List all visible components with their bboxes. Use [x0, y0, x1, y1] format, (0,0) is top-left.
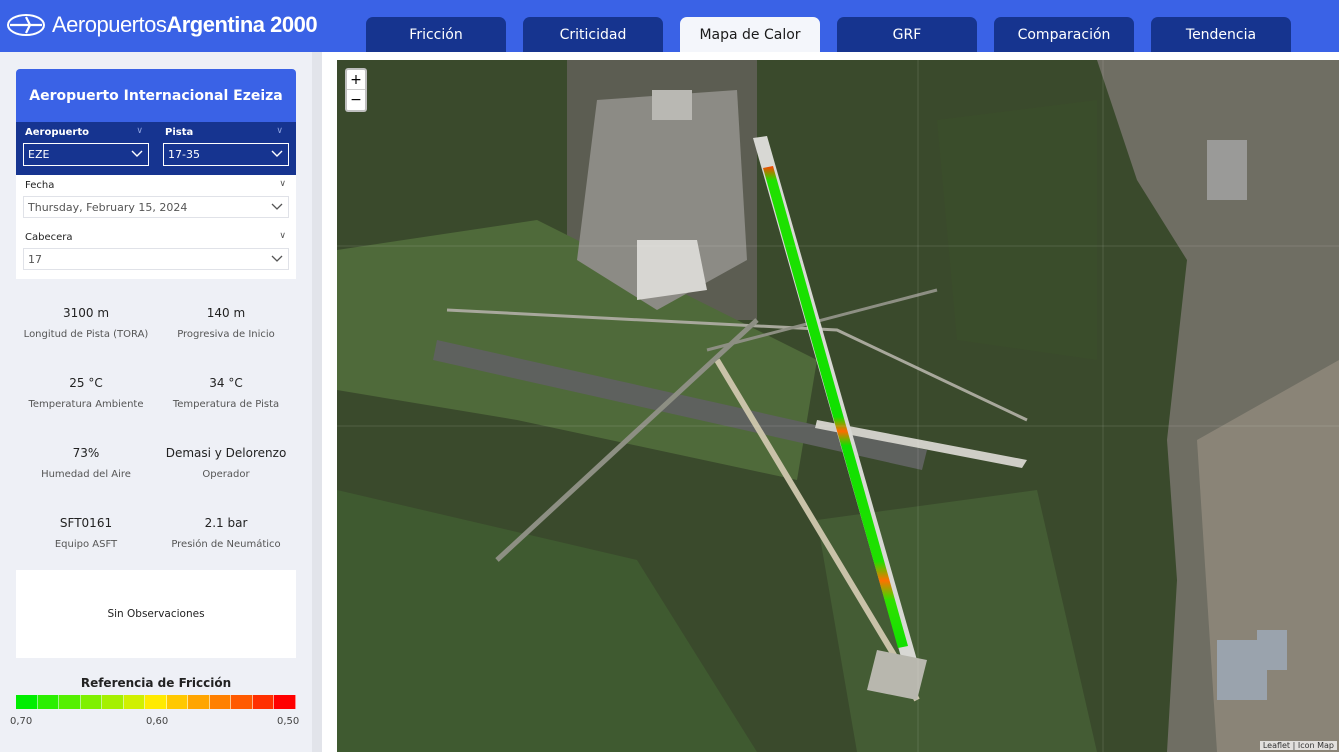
cabecera-value: 17: [28, 253, 42, 266]
chevron-down-icon: [271, 203, 283, 210]
cabecera-dropdown[interactable]: 17: [23, 248, 289, 270]
stat-progresiva: 140 m Progresiva de Inicio: [156, 306, 296, 340]
chevron-down-icon: [271, 150, 283, 157]
collapse-chevron-icon[interactable]: ∨: [279, 231, 286, 241]
sidebar: Aeropuerto Internacional Ezeiza Aeropuer…: [0, 52, 312, 752]
pista-value: 17-35: [168, 148, 200, 161]
brand-name: AeropuertosArgentina 2000: [52, 12, 318, 37]
stat-label: Humedad del Aire: [41, 469, 131, 480]
stat-value: SFT0161: [59, 516, 113, 530]
tab-mapa-de-calor[interactable]: Mapa de Calor: [680, 17, 820, 52]
stat-label: Temperatura Ambiente: [28, 399, 144, 410]
selector-band: Aeropuerto ∨ EZE Pista ∨ 17-35: [16, 122, 296, 175]
zoom-in-button[interactable]: +: [347, 70, 365, 90]
legend-swatch: [145, 695, 167, 709]
stat-label: Operador: [202, 469, 250, 480]
legend-swatch: [209, 695, 232, 709]
stat-humedad: 73% Humedad del Aire: [16, 446, 156, 480]
stat-temp-ambiente: 25 °C Temperatura Ambiente: [16, 376, 156, 410]
legend-tick: 0,60: [146, 716, 169, 727]
legend-swatch: [166, 695, 189, 709]
legend-swatch: [188, 695, 210, 709]
legend-swatch: [102, 695, 124, 709]
stat-label: Longitud de Pista (TORA): [23, 329, 149, 340]
aeropuerto-dropdown[interactable]: EZE: [23, 143, 149, 166]
fecha-dropdown[interactable]: Thursday, February 15, 2024: [23, 196, 289, 218]
zoom-out-button[interactable]: −: [347, 90, 365, 110]
map-attribution[interactable]: Leaflet | Icon Map: [1259, 741, 1337, 750]
airport-title: Aeropuerto Internacional Ezeiza: [29, 87, 283, 104]
legend-swatch: [16, 695, 38, 709]
legend-swatch: [123, 695, 146, 709]
chevron-down-icon: [131, 150, 143, 157]
stat-label: Equipo ASFT: [54, 539, 118, 550]
stat-value: Demasi y Delorenzo: [165, 446, 287, 460]
tab-comparación[interactable]: Comparación: [994, 17, 1134, 52]
zoom-control: + −: [345, 68, 367, 112]
stat-value: 25 °C: [69, 376, 103, 390]
collapse-chevron-icon[interactable]: ∨: [279, 179, 286, 189]
stat-value: 73%: [72, 446, 100, 460]
fecha-label: Fecha: [25, 180, 55, 191]
stat-tora: 3100 m Longitud de Pista (TORA): [16, 306, 156, 340]
stat-value: 2.1 bar: [204, 516, 248, 530]
chevron-down-icon: [271, 255, 283, 262]
stat-temp-pista: 34 °C Temperatura de Pista: [156, 376, 296, 410]
tab-criticidad[interactable]: Criticidad: [523, 17, 663, 52]
stat-value: 34 °C: [209, 376, 243, 390]
stat-label: Temperatura de Pista: [172, 399, 280, 410]
legend-swatch: [37, 695, 60, 709]
airplane-logo-icon: [7, 14, 45, 36]
heatmap-map[interactable]: Leaflet | Icon Map: [337, 60, 1339, 752]
legend-swatch: [80, 695, 103, 709]
aeropuerto-label: Aeropuerto: [25, 127, 89, 138]
stat-operador: Demasi y Delorenzo Operador: [156, 446, 296, 480]
legend-swatch: [274, 695, 296, 709]
tab-bar: Fricción Criticidad Mapa de Calor GRF Compar…: [366, 17, 1291, 52]
collapse-chevron-icon[interactable]: ∨: [276, 126, 283, 136]
aeropuerto-value: EZE: [28, 148, 50, 161]
sidebar-scrollbar[interactable]: [312, 52, 322, 752]
cabecera-label: Cabecera: [25, 232, 73, 243]
collapse-chevron-icon[interactable]: ∨: [136, 126, 143, 136]
legend-swatch: [252, 695, 275, 709]
tab-grf[interactable]: GRF: [837, 17, 977, 52]
tab-fricción[interactable]: Fricción: [366, 17, 506, 52]
tab-tendencia[interactable]: Tendencia: [1151, 17, 1291, 52]
top-bar: AeropuertosArgentina 2000 Fricción Critic…: [0, 0, 1339, 52]
satellite-imagery: [337, 60, 1339, 752]
pista-dropdown[interactable]: 17-35: [163, 143, 289, 166]
legend-tick: 0,50: [277, 716, 300, 727]
legend-swatch: [231, 695, 253, 709]
stat-presion: 2.1 bar Presión de Neumático: [156, 516, 296, 550]
legend-title: Referencia de Fricción: [80, 676, 232, 690]
friction-color-scale: [16, 695, 296, 709]
observations-panel: Sin Observaciones: [16, 570, 296, 658]
stat-equipo: SFT0161 Equipo ASFT: [16, 516, 156, 550]
stat-label: Progresiva de Inicio: [177, 329, 275, 340]
filter-card: Fecha ∨ Thursday, February 15, 2024 Cabe…: [16, 175, 296, 279]
stat-label: Presión de Neumático: [171, 539, 281, 550]
stat-value: 3100 m: [62, 306, 110, 320]
brand-logo: AeropuertosArgentina 2000: [6, 12, 318, 38]
legend-swatch: [59, 695, 81, 709]
stat-value: 140 m: [206, 306, 246, 320]
pista-label: Pista: [165, 127, 194, 138]
fecha-value: Thursday, February 15, 2024: [28, 201, 188, 214]
legend-tick: 0,70: [10, 716, 33, 727]
